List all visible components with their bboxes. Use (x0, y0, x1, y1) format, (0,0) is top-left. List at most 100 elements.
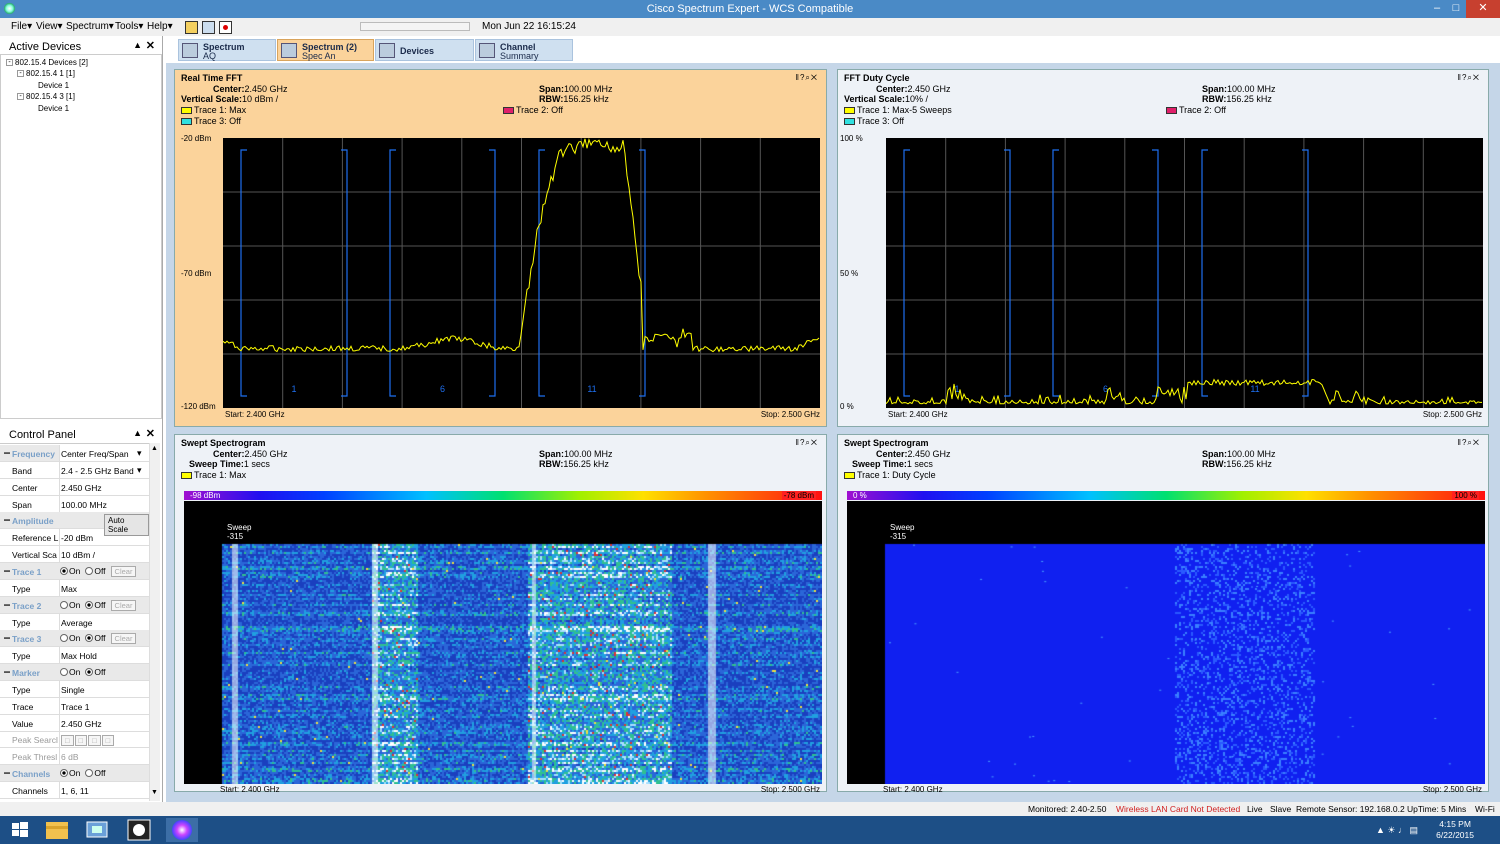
menu-view[interactable]: View▾ (36, 21, 63, 32)
maximize-button[interactable]: □ (1444, 0, 1468, 18)
clear-button[interactable]: Clear (110, 599, 137, 611)
collapse-icon[interactable]: ▬ (4, 450, 10, 456)
legend-item[interactable]: Trace 1: Duty Cycle (844, 470, 936, 480)
cp-value[interactable]: 2.450 GHz (59, 714, 149, 731)
peak-search-icon[interactable]: □ (74, 735, 88, 747)
sweep-tick-title: Sweep (189, 501, 214, 510)
cp-value[interactable]: Trace 1 (59, 697, 149, 714)
close-button[interactable]: ✕ (1466, 0, 1500, 18)
uptime: UpTime: 5 Mins (1407, 804, 1467, 814)
cp-value[interactable]: 10 dBm / (59, 546, 149, 563)
close-icon[interactable]: ✕ (811, 73, 818, 82)
windows-start-icon[interactable] (4, 818, 36, 842)
cp-value[interactable]: Single (59, 680, 149, 697)
cp-value[interactable]: 1, 6, 11 (59, 782, 149, 798)
tree-item[interactable]: -802.15.4 3 [1] (17, 92, 75, 101)
y-tick-label: -70 dBm (181, 269, 212, 278)
collapse-icon[interactable]: ▬ (4, 669, 10, 675)
cp-value[interactable]: Max Hold (59, 647, 149, 664)
tree-item[interactable]: -802.15.4 Devices [2] (6, 58, 88, 67)
off-label: Off (94, 633, 106, 644)
peak-search-icon[interactable]: □ (101, 735, 115, 747)
cp-value[interactable]: Average (59, 613, 149, 630)
legend-item[interactable]: Trace 2: Off (503, 105, 563, 115)
collapse-icon[interactable]: - (17, 70, 24, 78)
y-tick-label: -20 dBm (181, 134, 212, 143)
stop-label: Stop: 2.500 GHz (760, 410, 820, 419)
cp-value[interactable]: Max (59, 579, 149, 596)
radio-off[interactable] (85, 668, 94, 677)
cp-value[interactable]: 100.00 MHz (59, 495, 149, 512)
close-icon[interactable]: ✕ (811, 438, 818, 447)
cp-value[interactable]: 2.450 GHz (59, 478, 149, 495)
cp-value[interactable]: Center Freq/Span (59, 445, 149, 461)
menu-tools[interactable]: Tools▾ (115, 21, 143, 32)
collapse-icon[interactable]: ▬ (4, 770, 10, 776)
legend-item[interactable]: Trace 1: Max (181, 470, 246, 480)
legend-item[interactable]: Trace 3: Off (844, 116, 904, 126)
span-value: 100.00 MHz (564, 449, 613, 459)
spectrum-expert-icon[interactable] (166, 818, 198, 842)
stop-label: Stop: 2.500 GHz (760, 785, 820, 794)
tree-item[interactable]: -802.15.4 1 [1] (17, 69, 75, 78)
control-panel-scrollbar[interactable]: ▲ ▼ (149, 443, 160, 801)
collapse-icon[interactable]: ▬ (4, 602, 10, 608)
start-label: Start: 2.400 GHz (883, 785, 943, 794)
legend-item[interactable]: Trace 3: Off (181, 116, 241, 126)
radio-on[interactable] (60, 769, 68, 778)
open-icon[interactable] (185, 21, 198, 34)
close-icon[interactable]: ✕ (1473, 73, 1480, 82)
dropdown-arrow-icon[interactable]: ▾ (137, 465, 142, 476)
tab-devices[interactable]: Devices (375, 39, 474, 61)
cp-key: Type (12, 583, 31, 594)
close-panel-icon[interactable]: ✕ (146, 39, 155, 52)
tab-spectrum[interactable]: Spectrum (2) Spec An (277, 39, 374, 61)
cp-value[interactable]: -20 dBm (59, 529, 149, 546)
network-app-icon[interactable] (82, 818, 114, 842)
clear-button[interactable]: Clear (110, 565, 137, 577)
collapse-icon[interactable]: - (17, 93, 24, 101)
cp-value[interactable]: 2.4 - 2.5 GHz Band (59, 461, 149, 478)
menu-file[interactable]: File▾ (11, 21, 32, 32)
tree-item[interactable]: Device 1 (38, 104, 69, 113)
collapse-icon[interactable]: ▬ (4, 517, 10, 523)
tray-icons[interactable]: ▲ ☀ ♩ ▤ (1376, 825, 1418, 836)
legend-item[interactable]: Trace 1: Max-5 Sweeps (844, 105, 952, 115)
wifi-status: Wi-Fi (1475, 804, 1495, 814)
radio-off[interactable] (85, 769, 94, 778)
save-icon[interactable] (202, 21, 215, 34)
collapse-icon[interactable]: ▬ (4, 635, 10, 641)
collapse-icon[interactable]: - (6, 59, 13, 67)
tab-spectrum[interactable]: Spectrum AQ (178, 39, 276, 61)
cp-key: Trace 1 (12, 566, 42, 577)
legend-item[interactable]: Trace 2: Off (1166, 105, 1226, 115)
clear-button[interactable]: Clear (110, 633, 137, 645)
radio-on[interactable] (60, 600, 68, 609)
cp-value[interactable]: 6 dB (59, 748, 149, 765)
radio-on[interactable] (60, 668, 68, 677)
radio-off[interactable] (85, 600, 94, 609)
radio-on[interactable] (60, 634, 68, 643)
close-panel-icon[interactable]: ✕ (146, 427, 155, 440)
peak-search-icon[interactable]: □ (88, 735, 101, 747)
clock[interactable]: 4:15 PM 6/22/2015 (1436, 819, 1474, 841)
dropdown-arrow-icon[interactable]: ▾ (137, 448, 142, 459)
menu-spectrum[interactable]: Spectrum▾ (66, 21, 114, 32)
close-icon[interactable]: ✕ (1473, 438, 1480, 447)
app-icon-dark[interactable] (124, 818, 156, 842)
pin-icon[interactable]: ▲ (133, 40, 142, 50)
tree-item[interactable]: Device 1 (38, 81, 69, 90)
tab-channel[interactable]: Channel Summary (475, 39, 573, 61)
collapse-icon[interactable]: ▬ (4, 568, 10, 574)
peak-search-icon[interactable]: □ (61, 735, 74, 747)
radio-on[interactable] (60, 566, 68, 575)
menu-help[interactable]: Help▾ (147, 21, 173, 32)
file-explorer-icon[interactable] (42, 818, 74, 842)
vscale-value: 10 dBm / (242, 94, 279, 104)
record-icon[interactable] (219, 21, 232, 34)
spectrogram-image (184, 501, 822, 784)
legend-item[interactable]: Trace 1: Max (181, 105, 246, 115)
radio-off[interactable] (85, 634, 94, 643)
radio-off[interactable] (85, 566, 94, 575)
pin-icon[interactable]: ▲ (133, 428, 142, 438)
